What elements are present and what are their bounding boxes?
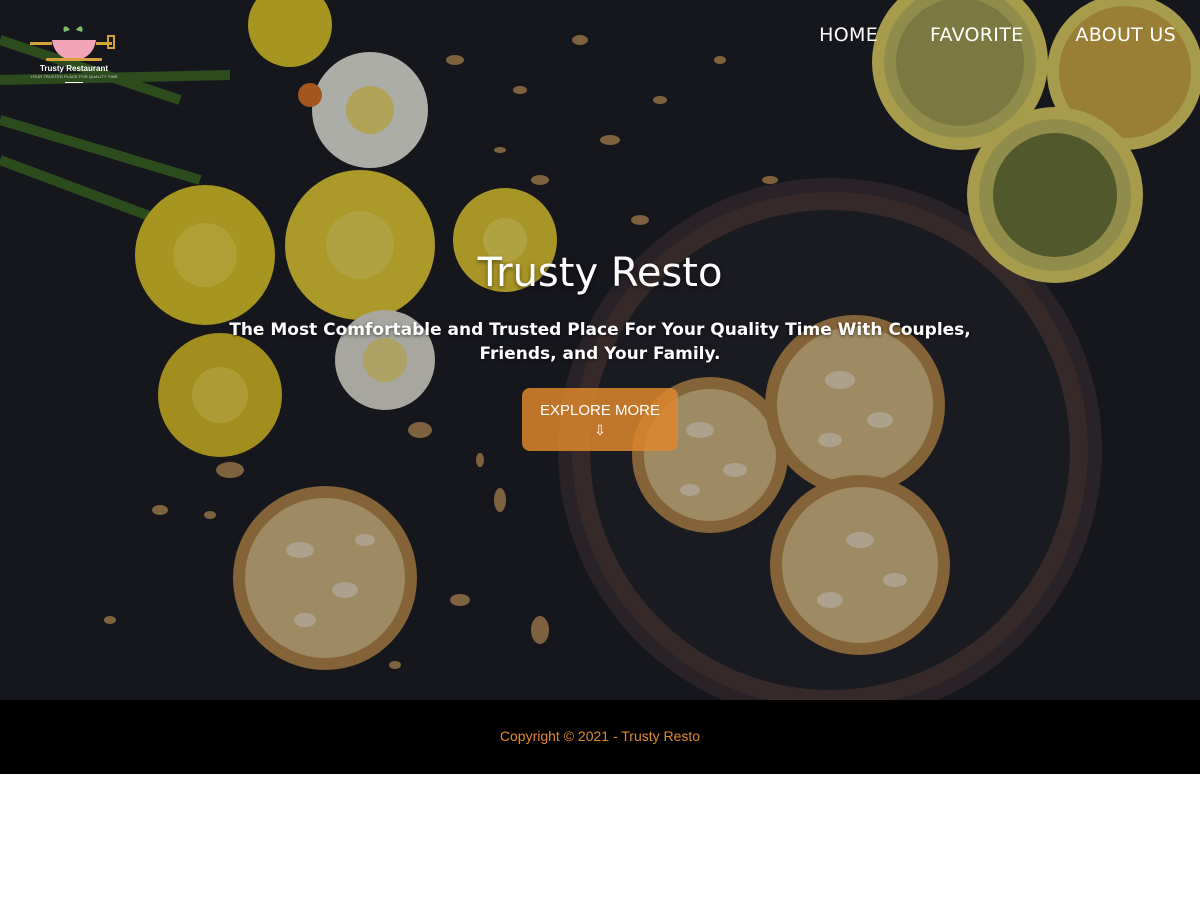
logo-tagline: YOUR TRUSTED PLACE FOR QUALITY TIME [30,74,118,79]
down-arrow-icon: ⇩ [594,422,606,438]
logo-underline [65,82,83,83]
explore-more-button[interactable]: EXPLORE MORE ⇩ [522,388,678,451]
hero-subtitle: The Most Comfortable and Trusted Place F… [229,320,971,364]
copyright-text: Copyright © 2021 - Trusty Resto [499,728,701,744]
main-nav: HOME FAVORITE ABOUT US [819,24,1176,46]
explore-more-label: EXPLORE MORE [539,402,661,419]
nav-favorite-link[interactable]: FAVORITE [930,24,1023,46]
nav-home-link[interactable]: HOME [819,24,878,46]
nav-about-us-link[interactable]: ABOUT US [1075,24,1176,46]
hero-title: Trusty Resto [477,250,723,296]
site-logo[interactable]: Trusty Restaurant YOUR TRUSTED PLACE FOR… [22,22,126,84]
site-footer: Copyright © 2021 - Trusty Resto [0,700,1200,774]
hero-section: Trusty Restaurant YOUR TRUSTED PLACE FOR… [0,0,1200,700]
logo-name: Trusty Restaurant [39,64,109,73]
bowl-logo-icon [30,26,115,61]
